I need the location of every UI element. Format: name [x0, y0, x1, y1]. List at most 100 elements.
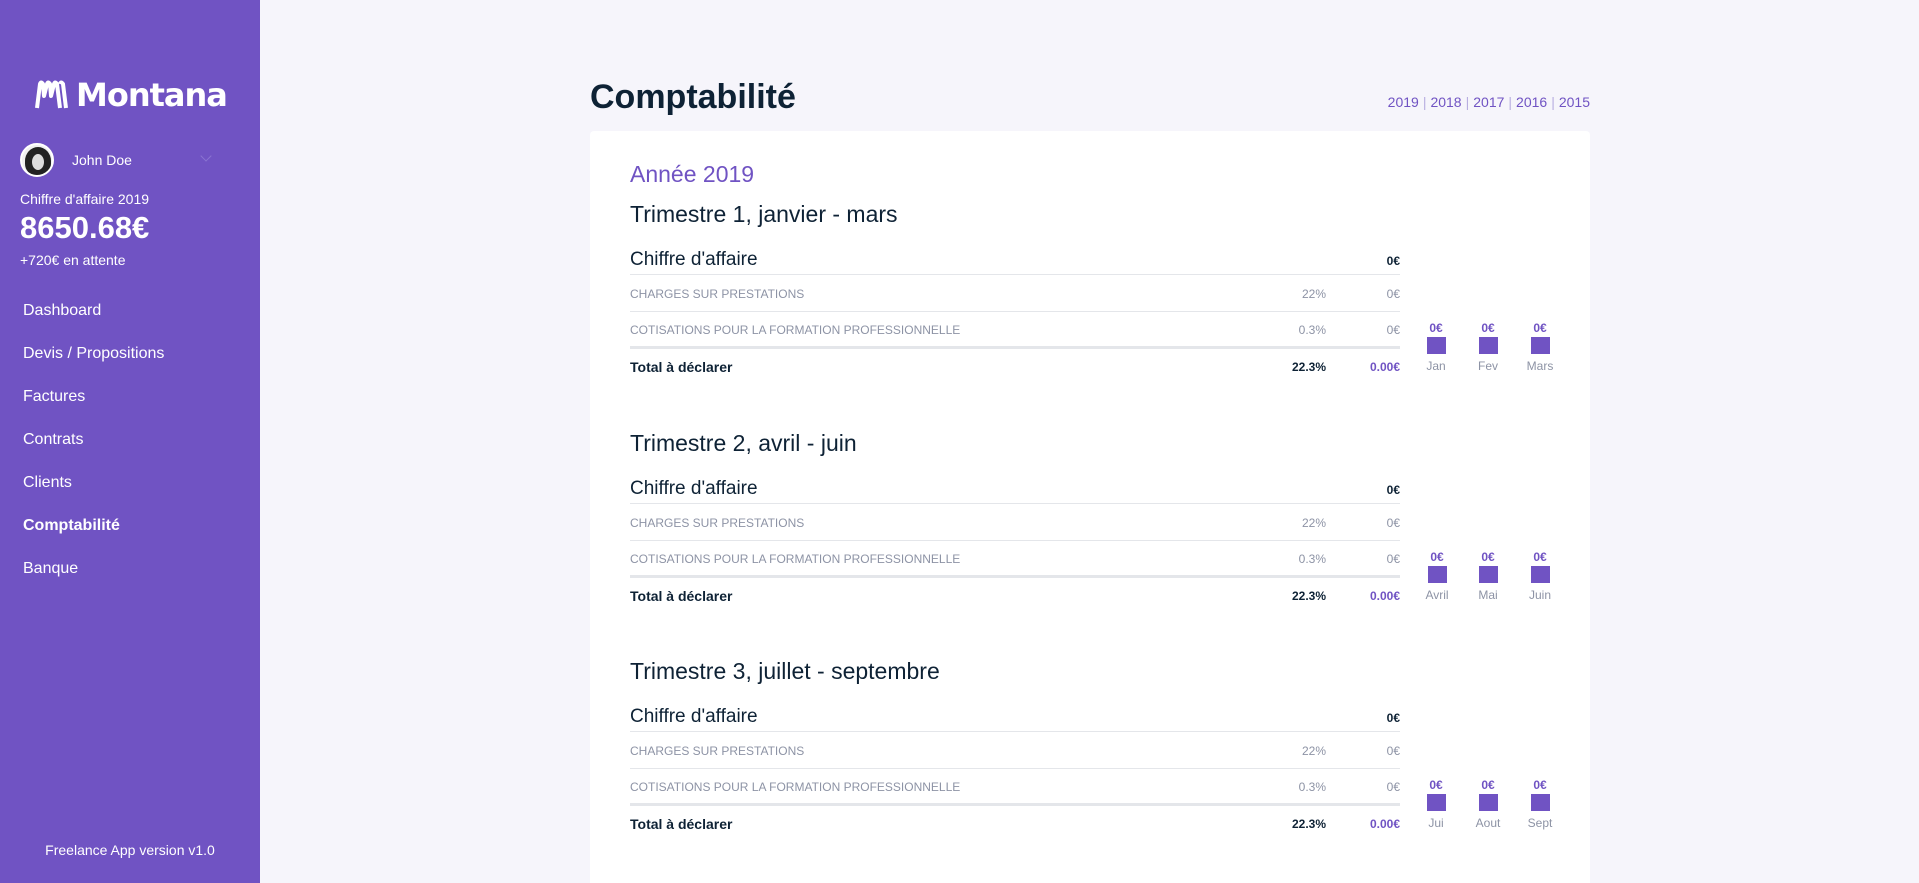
month-bar-mark: [1426, 794, 1446, 811]
quarter-title: Trimestre 2, avril - juin: [630, 430, 857, 456]
year-selector: 2019 | 2018 | 2017 | 2016 | 2015: [1388, 94, 1590, 110]
year-separator: |: [1422, 94, 1427, 110]
sidebar-item-comptabilite[interactable]: Comptabilité: [23, 515, 164, 558]
total-value: 0.00€: [1369, 360, 1400, 374]
sidebar-item-contrats[interactable]: Contrats: [23, 429, 164, 472]
cotisations-row: COTISATIONS POUR LA FORMATION PROFESSION…: [630, 541, 1400, 578]
sidebar-item-factures[interactable]: Factures: [23, 386, 164, 429]
month-bar[interactable]: 0€ Sept: [1520, 778, 1560, 830]
charges-row: CHARGES SUR PRESTATIONS 22% 0€: [630, 733, 1400, 769]
cotisations-row: COTISATIONS POUR LA FORMATION PROFESSION…: [630, 312, 1400, 349]
month-label: Juin: [1528, 588, 1551, 602]
revenue-row-value: 0€: [1386, 483, 1400, 497]
sidebar-item-clients[interactable]: Clients: [23, 472, 164, 515]
total-percent: 22.3%: [1291, 360, 1326, 374]
cotisations-row: COTISATIONS POUR LA FORMATION PROFESSION…: [630, 769, 1400, 806]
month-bar-mark: [1530, 337, 1550, 354]
month-value: 0€: [1429, 778, 1443, 792]
revenue-row-label: Chiffre d'affaire: [630, 249, 758, 270]
month-value: 0€: [1533, 778, 1547, 792]
year-separator: |: [1508, 94, 1513, 110]
avatar: [20, 143, 54, 177]
year-link-2016[interactable]: 2016: [1516, 94, 1547, 110]
month-label: Jan: [1426, 359, 1446, 373]
month-label: Aout: [1475, 816, 1501, 830]
charges-label: CHARGES SUR PRESTATIONS: [630, 516, 805, 530]
month-bar[interactable]: 0€ Mars: [1520, 321, 1560, 373]
month-bar[interactable]: 0€ Juin: [1520, 550, 1560, 602]
quarter-title: Trimestre 3, juillet - septembre: [630, 658, 940, 684]
year-title: Année 2019: [630, 161, 755, 187]
month-bar[interactable]: 0€ Mai: [1468, 550, 1508, 602]
cotisations-percent: 0.3%: [1298, 323, 1326, 337]
accounting-card: Année 2019 Trimestre 1, janvier - mars C…: [590, 131, 1590, 883]
month-value: 0€: [1481, 321, 1495, 335]
year-link-2019[interactable]: 2019: [1388, 94, 1419, 110]
sidebar-item-dashboard[interactable]: Dashboard: [23, 300, 164, 343]
total-value: 0.00€: [1369, 589, 1400, 603]
month-bar[interactable]: 0€ Avril: [1417, 550, 1457, 602]
charges-label: CHARGES SUR PRESTATIONS: [630, 744, 805, 758]
month-value: 0€: [1533, 550, 1547, 564]
sidebar-item-banque[interactable]: Banque: [23, 558, 164, 601]
total-label: Total à déclarer: [630, 588, 733, 604]
charges-row: CHARGES SUR PRESTATIONS 22% 0€: [630, 505, 1400, 541]
month-label: Fev: [1477, 359, 1498, 373]
month-value: 0€: [1533, 321, 1547, 335]
user-menu[interactable]: John Doe: [20, 140, 212, 180]
app-version: Freelance App version v1.0: [45, 842, 215, 858]
month-bar[interactable]: 0€ Aout: [1468, 778, 1508, 830]
chevron-down-icon[interactable]: [200, 150, 212, 162]
revenue-row-label: Chiffre d'affaire: [630, 706, 758, 727]
sidebar-nav: Dashboard Devis / Propositions Factures …: [23, 300, 164, 601]
revenue-row: Chiffre d'affaire 0€: [630, 478, 1400, 504]
charges-percent: 22%: [1301, 287, 1326, 301]
month-bar[interactable]: 0€ Jan: [1416, 321, 1456, 373]
app-name: Montana: [76, 76, 228, 114]
revenue-row-label: Chiffre d'affaire: [630, 478, 758, 499]
charges-label: CHARGES SUR PRESTATIONS: [630, 287, 805, 301]
total-value: 0.00€: [1369, 817, 1400, 831]
revenue-value: 8650.68€: [20, 210, 150, 245]
month-bar-mark: [1530, 794, 1550, 811]
cotisations-value: 0€: [1386, 780, 1400, 794]
month-value: 0€: [1430, 550, 1444, 564]
total-label: Total à déclarer: [630, 359, 733, 375]
cotisations-label: COTISATIONS POUR LA FORMATION PROFESSION…: [630, 552, 961, 566]
month-label: Mars: [1526, 359, 1554, 373]
month-bar-mark: [1530, 566, 1550, 583]
month-bar-mark: [1426, 337, 1446, 354]
charges-row: CHARGES SUR PRESTATIONS 22% 0€: [630, 276, 1400, 312]
sidebar-item-devis[interactable]: Devis / Propositions: [23, 343, 164, 386]
month-value: 0€: [1429, 321, 1443, 335]
app-logo[interactable]: Montana: [34, 76, 228, 114]
charges-value: 0€: [1386, 744, 1400, 758]
month-bar-mark: [1478, 566, 1498, 583]
user-name: John Doe: [72, 152, 132, 168]
month-value: 0€: [1481, 778, 1495, 792]
total-label: Total à déclarer: [630, 816, 733, 832]
cotisations-label: COTISATIONS POUR LA FORMATION PROFESSION…: [630, 323, 961, 337]
revenue-row-value: 0€: [1386, 254, 1400, 268]
month-label: Sept: [1527, 816, 1553, 830]
year-link-2015[interactable]: 2015: [1559, 94, 1590, 110]
cotisations-label: COTISATIONS POUR LA FORMATION PROFESSION…: [630, 780, 961, 794]
month-label: Mai: [1478, 588, 1498, 602]
year-link-2018[interactable]: 2018: [1430, 94, 1461, 110]
year-link-2017[interactable]: 2017: [1473, 94, 1504, 110]
cotisations-value: 0€: [1386, 323, 1400, 337]
month-value: 0€: [1481, 550, 1495, 564]
revenue-pending: +720€ en attente: [20, 252, 126, 268]
month-label: Jui: [1428, 816, 1444, 830]
total-row: Total à déclarer 22.3% 0.00€: [630, 808, 1400, 838]
cotisations-percent: 0.3%: [1298, 552, 1326, 566]
month-bar[interactable]: 0€ Jui: [1416, 778, 1456, 830]
cotisations-percent: 0.3%: [1298, 780, 1326, 794]
revenue-row-value: 0€: [1386, 711, 1400, 725]
year-separator: |: [1551, 94, 1555, 110]
month-bar-mark: [1478, 337, 1498, 354]
revenue-row: Chiffre d'affaire 0€: [630, 249, 1400, 275]
month-bar[interactable]: 0€ Fev: [1468, 321, 1508, 373]
cotisations-value: 0€: [1386, 552, 1400, 566]
total-row: Total à déclarer 22.3% 0.00€: [630, 580, 1400, 610]
